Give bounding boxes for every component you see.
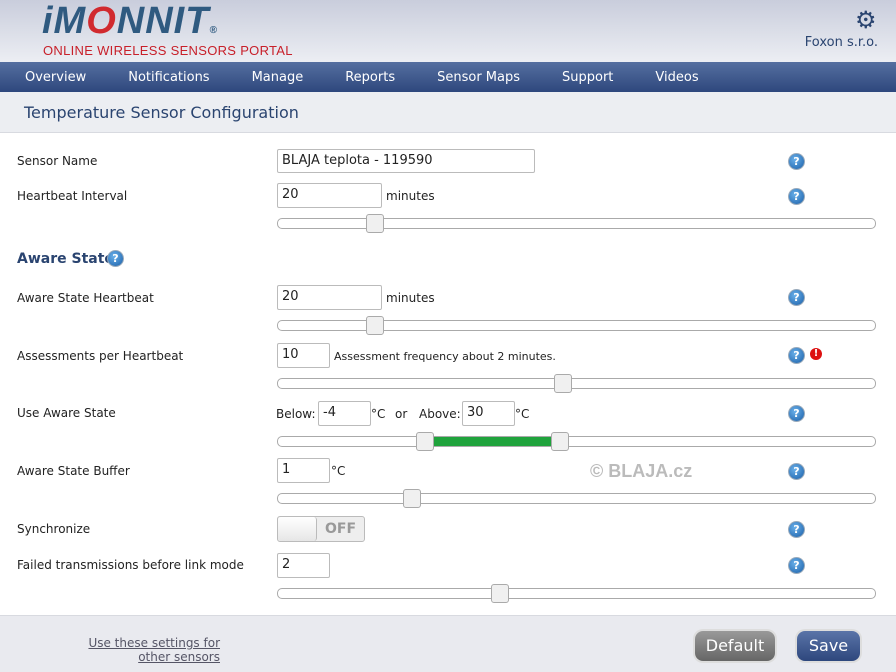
slider-handle[interactable] <box>365 214 384 233</box>
failed-transmissions-slider[interactable] <box>277 584 876 603</box>
nav-overview[interactable]: Overview <box>25 62 86 92</box>
nav-videos[interactable]: Videos <box>655 62 698 92</box>
aware-heartbeat-unit: minutes <box>386 291 435 305</box>
slider-handle-low[interactable] <box>415 432 434 451</box>
below-unit: °C <box>371 407 386 421</box>
help-icon[interactable]: ? <box>107 250 124 267</box>
slider-handle[interactable] <box>402 489 421 508</box>
warning-icon: ! <box>810 348 822 360</box>
sensor-name-input[interactable]: BLAJA teplota - 119590 <box>277 149 535 173</box>
or-text: or <box>395 407 408 421</box>
heartbeat-unit: minutes <box>386 189 435 203</box>
buffer-label: Aware State Buffer <box>17 464 130 478</box>
help-icon[interactable]: ? <box>788 289 805 306</box>
assessments-label: Assessments per Heartbeat <box>17 349 184 363</box>
heartbeat-input[interactable]: 20 <box>277 183 382 208</box>
toggle-knob <box>278 517 317 541</box>
nav-sensor-maps[interactable]: Sensor Maps <box>437 62 520 92</box>
slider-handle-high[interactable] <box>551 432 570 451</box>
aware-range-slider[interactable] <box>277 432 876 451</box>
slider-range-fill <box>423 437 560 446</box>
below-input[interactable]: -4 <box>318 401 371 426</box>
above-input[interactable]: 30 <box>462 401 515 426</box>
failed-transmissions-input[interactable]: 2 <box>277 553 330 578</box>
assessments-input[interactable]: 10 <box>277 343 330 368</box>
help-icon[interactable]: ? <box>788 347 805 364</box>
organization-name: Foxon s.r.o. <box>804 35 878 50</box>
slider-handle[interactable] <box>490 584 509 603</box>
help-icon[interactable]: ? <box>788 405 805 422</box>
main-nav: Overview Notifications Manage Reports Se… <box>0 62 896 92</box>
synchronize-label: Synchronize <box>17 522 91 536</box>
buffer-slider[interactable] <box>277 489 876 508</box>
help-icon[interactable]: ? <box>788 521 805 538</box>
buffer-input[interactable]: 1 <box>277 458 330 483</box>
sensor-name-label: Sensor Name <box>17 154 98 168</box>
nav-manage[interactable]: Manage <box>252 62 304 92</box>
aware-heartbeat-input[interactable]: 20 <box>277 285 382 310</box>
default-button[interactable]: Default <box>695 631 775 661</box>
aware-heartbeat-label: Aware State Heartbeat <box>17 291 154 305</box>
above-unit: °C <box>515 407 530 421</box>
help-icon[interactable]: ? <box>788 557 805 574</box>
nav-reports[interactable]: Reports <box>345 62 395 92</box>
nav-notifications[interactable]: Notifications <box>128 62 209 92</box>
heartbeat-label: Heartbeat Interval <box>17 189 128 203</box>
logo-tagline: ONLINE WIRELESS SENSORS PORTAL <box>43 43 293 58</box>
help-icon[interactable]: ? <box>788 188 805 205</box>
help-icon[interactable]: ? <box>788 463 805 480</box>
page-title: Temperature Sensor Configuration <box>24 103 299 122</box>
toggle-state: OFF <box>325 521 357 537</box>
failed-transmissions-label: Failed transmissions before link mode <box>17 558 244 572</box>
slider-handle[interactable] <box>365 316 384 335</box>
gear-icon[interactable]: ⚙ <box>855 6 877 34</box>
save-button[interactable]: Save <box>797 631 860 661</box>
assessments-slider[interactable] <box>277 374 876 393</box>
help-icon[interactable]: ? <box>788 153 805 170</box>
aware-heartbeat-slider[interactable] <box>277 316 876 335</box>
buffer-unit: °C <box>331 464 346 478</box>
synchronize-toggle[interactable]: OFF <box>277 516 365 542</box>
aware-state-heading: Aware State <box>17 251 114 267</box>
above-label: Above: <box>419 407 461 421</box>
apply-to-other-sensors-link[interactable]: Use these settings for other sensors <box>60 636 220 664</box>
slider-handle[interactable] <box>554 374 573 393</box>
assessment-note: Assessment frequency about 2 minutes. <box>334 350 556 363</box>
watermark: © BLAJA.cz <box>590 461 693 481</box>
logo: iMONNIT® <box>42 0 218 42</box>
heartbeat-slider[interactable] <box>277 214 876 233</box>
use-aware-label: Use Aware State <box>17 406 116 420</box>
below-label: Below: <box>276 407 316 421</box>
nav-support[interactable]: Support <box>562 62 613 92</box>
